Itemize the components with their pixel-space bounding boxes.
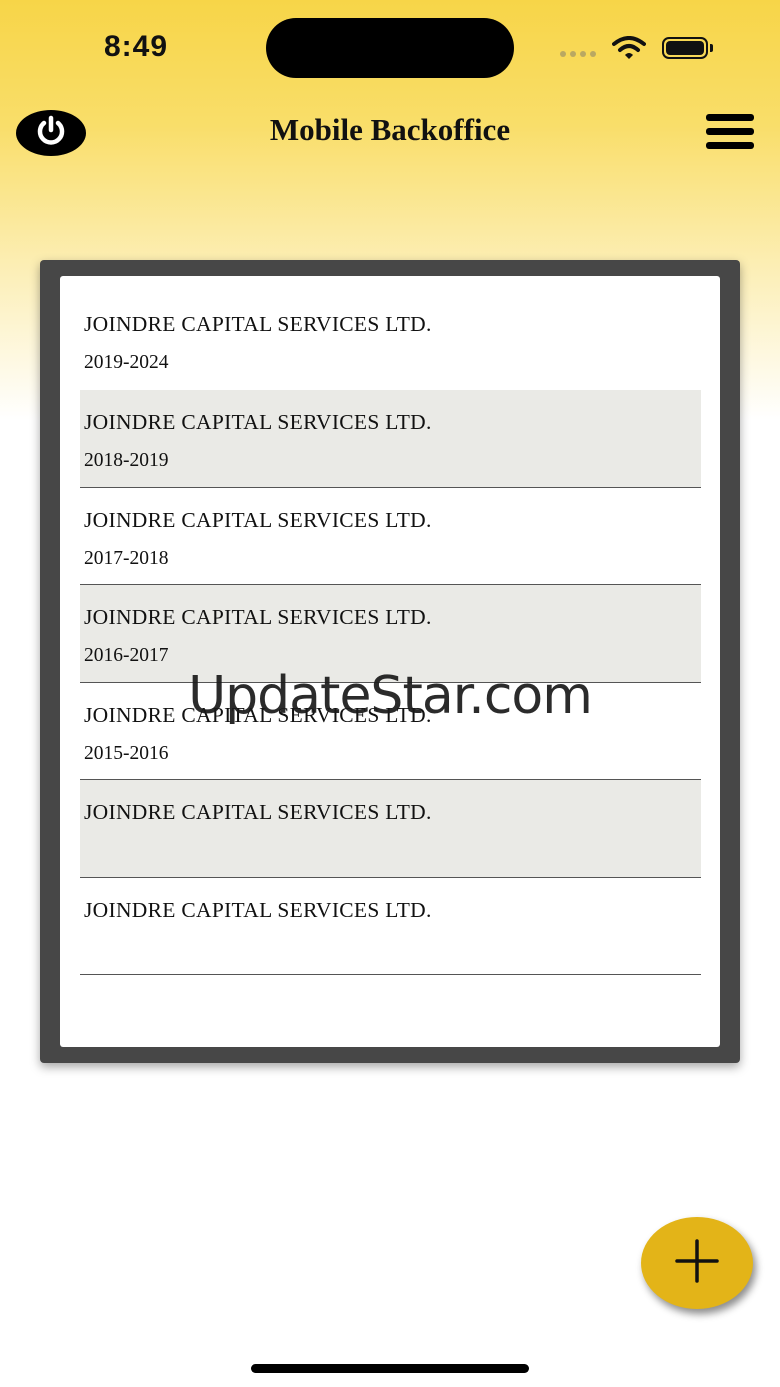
company-list-panel: JOINDRE CAPITAL SERVICES LTD. 2019-2024 … [40,260,740,1063]
company-list-container: JOINDRE CAPITAL SERVICES LTD. 2019-2024 … [60,276,720,1047]
financial-year: 2019-2024 [84,352,169,373]
list-item[interactable]: JOINDRE CAPITAL SERVICES LTD. 2017-2018 [80,488,701,585]
menu-button[interactable] [706,114,754,150]
financial-year: 2018-2019 [84,450,169,471]
watermark: UpdateStar.com [188,666,593,726]
financial-year: 2015-2016 [84,742,169,764]
home-indicator[interactable] [251,1364,529,1373]
company-name: JOINDRE CAPITAL SERVICES LTD. [84,312,432,336]
add-button[interactable] [641,1217,753,1309]
cellular-signal-icon [560,51,598,57]
financial-year: 2017-2018 [84,547,169,569]
company-name: JOINDRE CAPITAL SERVICES LTD. [84,605,432,629]
hamburger-menu-icon [706,114,754,121]
company-name: JOINDRE CAPITAL SERVICES LTD. [84,897,432,922]
list-item[interactable]: JOINDRE CAPITAL SERVICES LTD. 2018-2019 [80,390,701,488]
dynamic-island [266,18,514,78]
company-list: JOINDRE CAPITAL SERVICES LTD. 2019-2024 … [80,292,701,975]
status-time: 8:49 [104,30,169,63]
plus-icon [675,1238,719,1288]
company-name: JOINDRE CAPITAL SERVICES LTD. [84,507,432,532]
page-title: Mobile Backoffice [269,112,511,147]
financial-year: 2016-2017 [84,645,169,666]
list-item[interactable]: JOINDRE CAPITAL SERVICES LTD. 2019-2024 [80,292,701,390]
company-name: JOINDRE CAPITAL SERVICES LTD. [84,410,432,434]
wifi-icon [612,36,646,60]
app-header: Mobile Backoffice [0,100,780,164]
list-item[interactable]: JOINDRE CAPITAL SERVICES LTD. [80,878,701,975]
list-item[interactable]: JOINDRE CAPITAL SERVICES LTD. [80,780,701,878]
status-bar: 8:49 [0,0,780,90]
company-name: JOINDRE CAPITAL SERVICES LTD. [84,800,432,824]
battery-icon [662,37,714,59]
